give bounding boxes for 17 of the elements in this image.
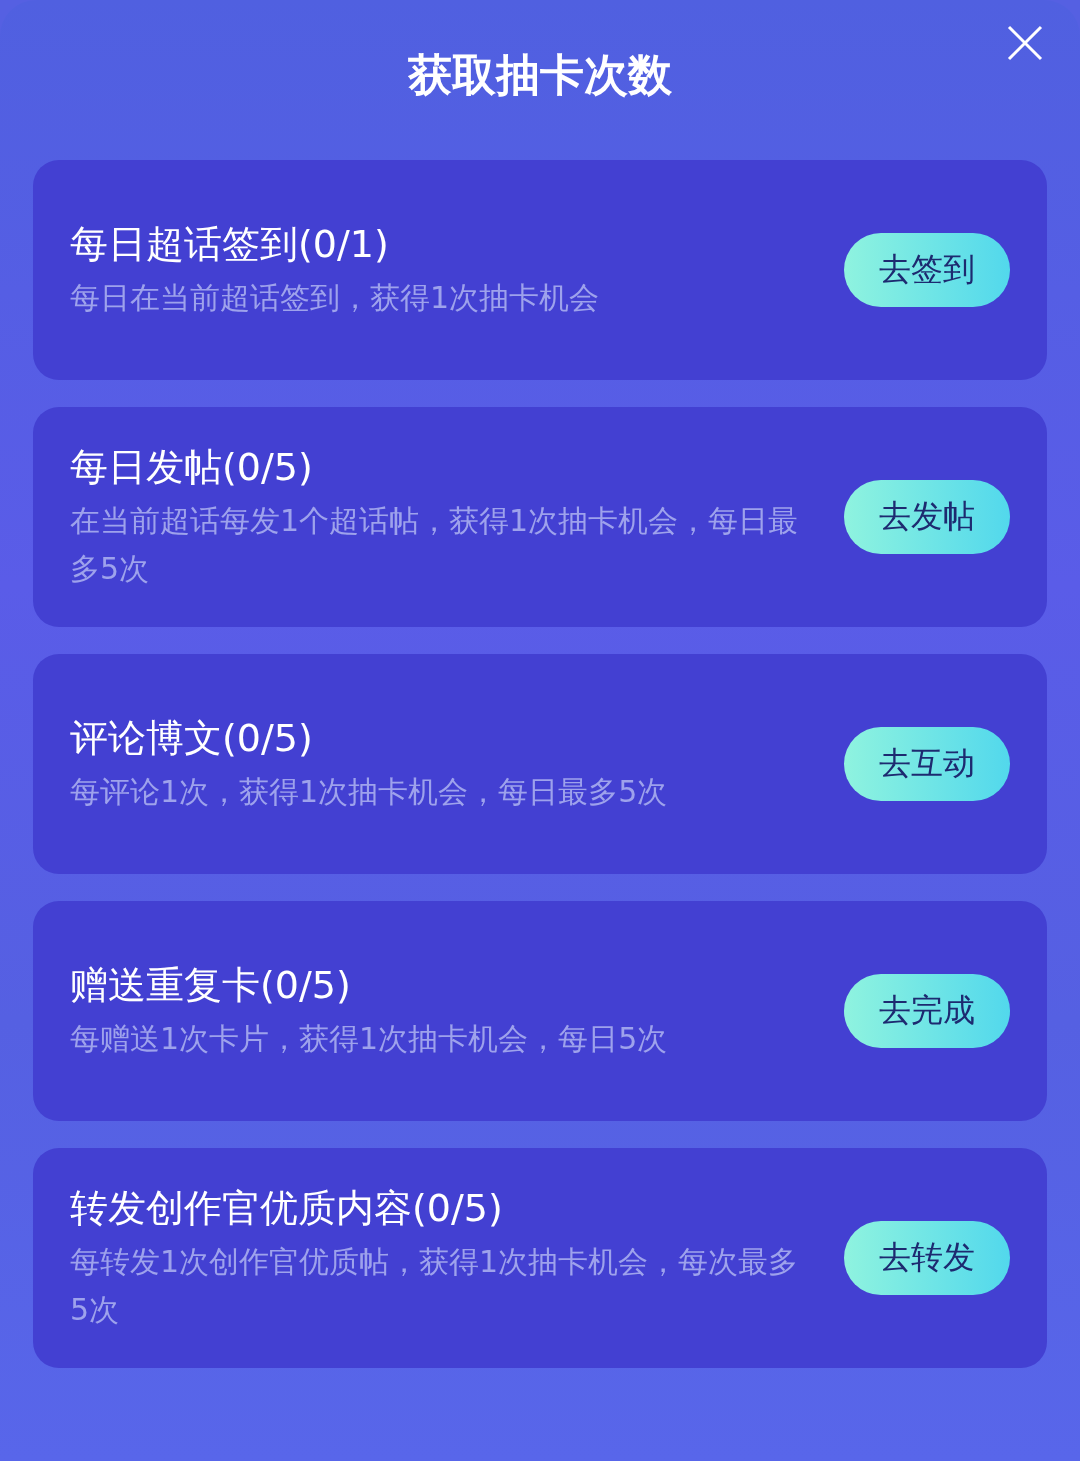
task-description: 每转发1次创作官优质帖，获得1次抽卡机会，每次最多5次	[70, 1243, 800, 1329]
task-button[interactable]: 去完成	[844, 974, 1010, 1048]
task-title: 评论博文(0/5)	[70, 715, 314, 762]
task-title: 转发创作官优质内容(0/5)	[70, 1185, 504, 1232]
close-icon[interactable]	[1007, 25, 1043, 61]
task-description: 在当前超话每发1个超话帖，获得1次抽卡机会，每日最多5次	[70, 502, 800, 588]
task-button[interactable]: 去发帖	[844, 480, 1010, 554]
task-description: 每日在当前超话签到，获得1次抽卡机会	[70, 279, 601, 317]
task-button[interactable]: 去互动	[844, 727, 1010, 801]
task-button[interactable]: 去转发	[844, 1221, 1010, 1295]
task-title: 每日发帖(0/5)	[70, 444, 314, 491]
task-button[interactable]: 去签到	[844, 233, 1010, 307]
task-title: 赠送重复卡(0/5)	[70, 962, 352, 1009]
dialog-title: 获取抽卡次数	[408, 48, 672, 102]
task-title: 每日超话签到(0/1)	[70, 221, 390, 268]
task-description: 每评论1次，获得1次抽卡机会，每日最多5次	[70, 773, 669, 811]
task-description: 每赠送1次卡片，获得1次抽卡机会，每日5次	[70, 1020, 669, 1058]
